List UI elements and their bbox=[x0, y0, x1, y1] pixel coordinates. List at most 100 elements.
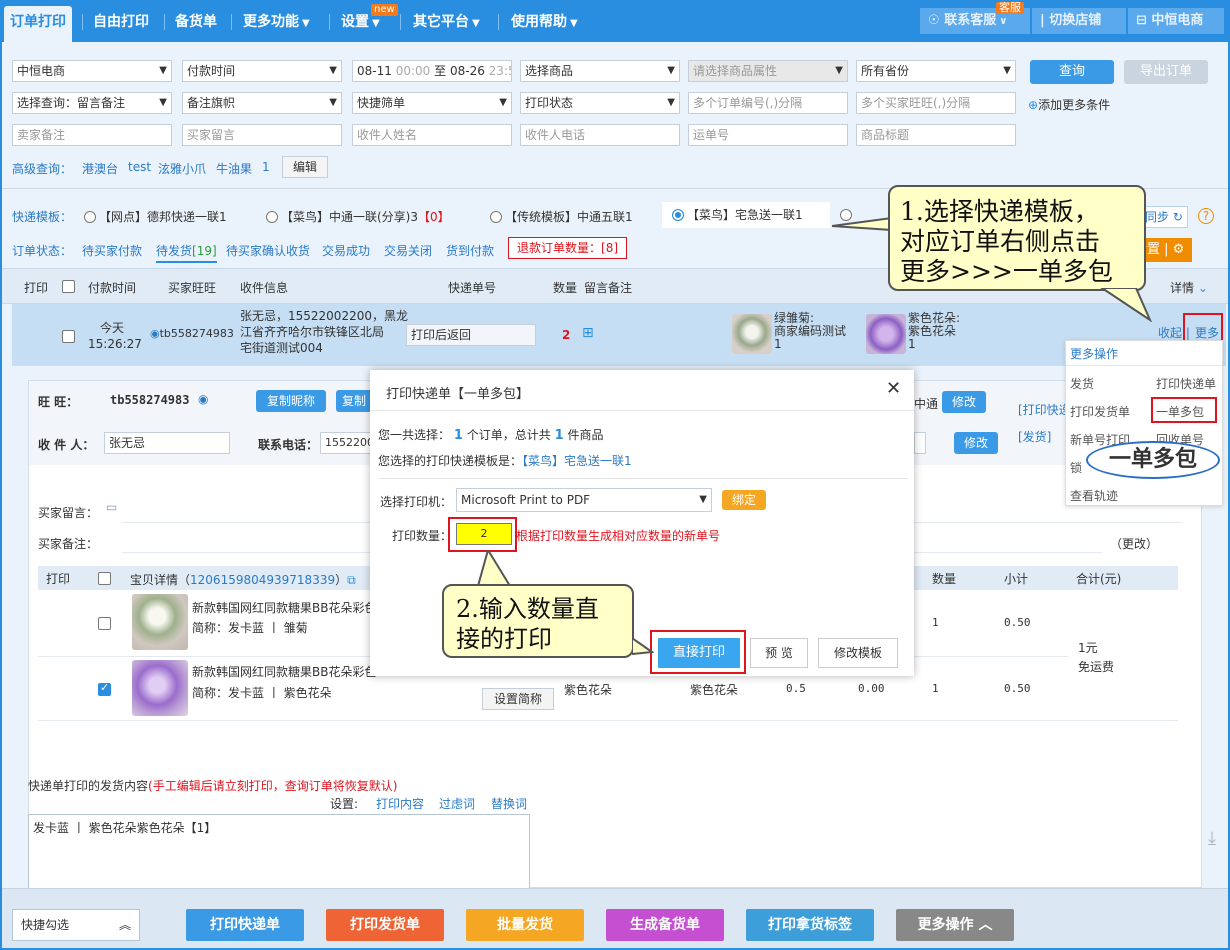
tab-settings[interactable]: 设置 ▼ new bbox=[341, 4, 398, 42]
plus-square-icon[interactable]: ⊞ bbox=[582, 325, 594, 341]
advanced-item[interactable]: 港澳台 bbox=[82, 160, 118, 177]
receiver-phone-input[interactable]: 收件人电话 bbox=[520, 124, 680, 146]
shop-select[interactable]: 中恒电商 bbox=[12, 60, 172, 82]
menu-item-lock[interactable]: 锁 bbox=[1070, 459, 1082, 476]
province-select[interactable]: 所有省份 bbox=[856, 60, 1016, 82]
query-type-select[interactable]: 选择查询：留言备注 bbox=[12, 92, 172, 114]
advanced-query-label: 高级查询： bbox=[12, 162, 73, 176]
receiver-input[interactable]: 张无忌 bbox=[104, 432, 230, 454]
modify-button[interactable]: 修改 bbox=[954, 432, 998, 454]
seller-note-input[interactable]: 卖家备注 bbox=[12, 124, 172, 146]
modify-button[interactable]: 修改 bbox=[942, 391, 986, 413]
print-content-link[interactable]: 打印内容 bbox=[376, 795, 424, 812]
refund-orders-badge[interactable]: 退款订单数量：[8] bbox=[508, 237, 628, 259]
menu-item-print-express[interactable]: 打印快递单 bbox=[1156, 375, 1216, 392]
goods-checkbox-checked[interactable] bbox=[98, 681, 111, 696]
help-icon[interactable]: ? bbox=[1198, 208, 1214, 224]
generate-stock-button[interactable]: 生成备货单 bbox=[606, 909, 724, 941]
advanced-item[interactable]: 1 bbox=[262, 160, 270, 174]
copy-nick-button[interactable]: 复制昵称 bbox=[256, 390, 326, 412]
tab-stock-list[interactable]: 备货单 bbox=[175, 6, 217, 42]
print-pickup-label-button[interactable]: 打印拿货标签 bbox=[746, 909, 874, 941]
buyer-ids-input[interactable]: 多个买家旺旺(,)分隔 bbox=[856, 92, 1016, 114]
printer-select[interactable]: Microsoft Print to PDF bbox=[456, 488, 712, 512]
ship-content-textarea[interactable]: 发卡蓝 丨 紫色花朵紫色花朵【1】 bbox=[28, 814, 530, 890]
select-all-checkbox[interactable] bbox=[62, 280, 75, 293]
date-range-input[interactable]: 08-11 00:00 至 08-26 23:59 bbox=[352, 60, 512, 82]
menu-item-print-invoice[interactable]: 打印发货单 bbox=[1070, 403, 1130, 420]
template-radio[interactable]: 【菜鸟】中通一联(分享)3【0】 bbox=[266, 208, 450, 225]
note-flag-select[interactable]: 备注旗帜 bbox=[182, 92, 342, 114]
menu-item-tracking[interactable]: 查看轨迹 bbox=[1070, 487, 1118, 504]
order-ids-input[interactable]: 多个订单编号(,)分隔 bbox=[688, 92, 848, 114]
wangwang-icon[interactable]: ◉ bbox=[198, 392, 208, 406]
col-detail[interactable]: 详情 ⌄ bbox=[1170, 279, 1208, 296]
switch-shop-button[interactable]: | 切换店铺 bbox=[1032, 8, 1126, 34]
status-tab[interactable]: 待买家付款 bbox=[82, 242, 142, 259]
goods-title: 新款韩国网红同款糖果BB花朵彩色 bbox=[192, 665, 377, 679]
goods-title-input[interactable]: 商品标题 bbox=[856, 124, 1016, 146]
template-radio[interactable]: 【传统模板】中通五联1 bbox=[490, 208, 633, 225]
sync-button[interactable]: 同步 ↻ bbox=[1140, 206, 1188, 228]
status-tab[interactable]: 交易关闭 bbox=[384, 242, 432, 259]
edit-advanced-button[interactable]: 编辑 bbox=[282, 156, 328, 178]
col-buyer: 买家旺旺 bbox=[168, 281, 217, 295]
download-icon[interactable]: ⤓ bbox=[1208, 828, 1216, 849]
ship-link[interactable]: [发货] bbox=[1018, 428, 1051, 445]
set-short-button[interactable]: 设置简称 bbox=[482, 688, 554, 710]
filter-words-link[interactable]: 过虑词 bbox=[439, 795, 475, 812]
time-type-select[interactable]: 付款时间 bbox=[182, 60, 342, 82]
batch-ship-button[interactable]: 批量发货 bbox=[466, 909, 584, 941]
preview-button[interactable]: 预 览 bbox=[750, 638, 808, 668]
waybill-status: 打印后返回 bbox=[406, 324, 536, 346]
buyer-msg-input[interactable]: 买家留言 bbox=[182, 124, 342, 146]
address-input[interactable] bbox=[914, 432, 926, 454]
buyer-nick[interactable]: ◉tb558274983 bbox=[150, 327, 234, 340]
phone-input[interactable]: 15522002 bbox=[320, 432, 372, 454]
advanced-item[interactable]: test bbox=[128, 160, 151, 174]
col-receiver: 收件信息 bbox=[240, 281, 289, 295]
print-express-button[interactable]: 打印快递单 bbox=[186, 909, 304, 941]
status-tab[interactable]: 货到付款 bbox=[446, 242, 494, 259]
plus-circle-icon: ⊕ bbox=[1028, 98, 1039, 112]
tab-help[interactable]: 使用帮助 ▼ bbox=[511, 6, 578, 42]
tab-order-print[interactable]: 订单打印 bbox=[4, 6, 72, 42]
print-express-link[interactable]: [打印快递 bbox=[1018, 401, 1071, 418]
print-invoice-button[interactable]: 打印发货单 bbox=[326, 909, 444, 941]
quick-filter-select[interactable]: 快捷筛单 bbox=[352, 92, 512, 114]
waybill-input[interactable]: 运单号 bbox=[688, 124, 848, 146]
change-note-link[interactable]: （更改） bbox=[1110, 535, 1158, 552]
receiver-name-input[interactable]: 收件人姓名 bbox=[352, 124, 512, 146]
tab-other-platforms[interactable]: 其它平台 ▼ bbox=[413, 6, 480, 42]
order-checkbox[interactable] bbox=[62, 330, 75, 343]
tab-free-print[interactable]: 自由打印 bbox=[93, 6, 149, 42]
copy-icon[interactable]: ⧉ bbox=[347, 573, 356, 587]
close-icon[interactable]: ✕ bbox=[886, 378, 901, 399]
shop-name[interactable]: ⊟ 中恒电商 bbox=[1128, 8, 1224, 34]
add-more-conditions-link[interactable]: ⊕添加更多条件 bbox=[1028, 96, 1110, 113]
advanced-item[interactable]: 泫雅小爪 bbox=[158, 160, 206, 177]
print-status-select[interactable]: 打印状态 bbox=[520, 92, 680, 114]
query-button[interactable]: 查询 bbox=[1030, 60, 1114, 84]
quick-select-dropdown[interactable]: 快捷勾选 ︽ bbox=[12, 909, 140, 941]
advanced-item[interactable]: 牛油果 bbox=[216, 160, 252, 177]
free-shipping: 免运费 bbox=[1078, 660, 1115, 674]
menu-item-ship[interactable]: 发货 bbox=[1070, 375, 1094, 392]
more-actions-button[interactable]: 更多操作 ︿ bbox=[896, 909, 1014, 941]
status-tab-pending[interactable]: 待发货[19] bbox=[156, 242, 217, 263]
status-tab[interactable]: 交易成功 bbox=[322, 242, 370, 259]
goods-select[interactable]: 选择商品 bbox=[520, 60, 680, 82]
edit-template-button[interactable]: 修改模板 bbox=[818, 638, 898, 668]
bind-printer-button[interactable]: 绑定 bbox=[722, 490, 766, 510]
replace-words-link[interactable]: 替换词 bbox=[491, 795, 527, 812]
export-orders-button[interactable]: 导出订单 bbox=[1124, 60, 1208, 84]
goods-select-all-checkbox[interactable] bbox=[98, 572, 111, 585]
goods-checkbox[interactable] bbox=[98, 617, 111, 630]
status-tab[interactable]: 待买家确认收货 bbox=[226, 242, 310, 259]
goods-attr-select[interactable]: 请选择商品属性 bbox=[688, 60, 848, 82]
service-badge: 客服 bbox=[996, 2, 1024, 14]
template-radio[interactable]: 【网点】德邦快递一联1 bbox=[84, 208, 227, 225]
copy-button[interactable]: 复制 bbox=[336, 390, 372, 412]
template-radio-selected[interactable]: 【菜鸟】宅急送一联1 bbox=[662, 202, 830, 228]
tab-more-features[interactable]: 更多功能 ▼ bbox=[243, 6, 310, 42]
